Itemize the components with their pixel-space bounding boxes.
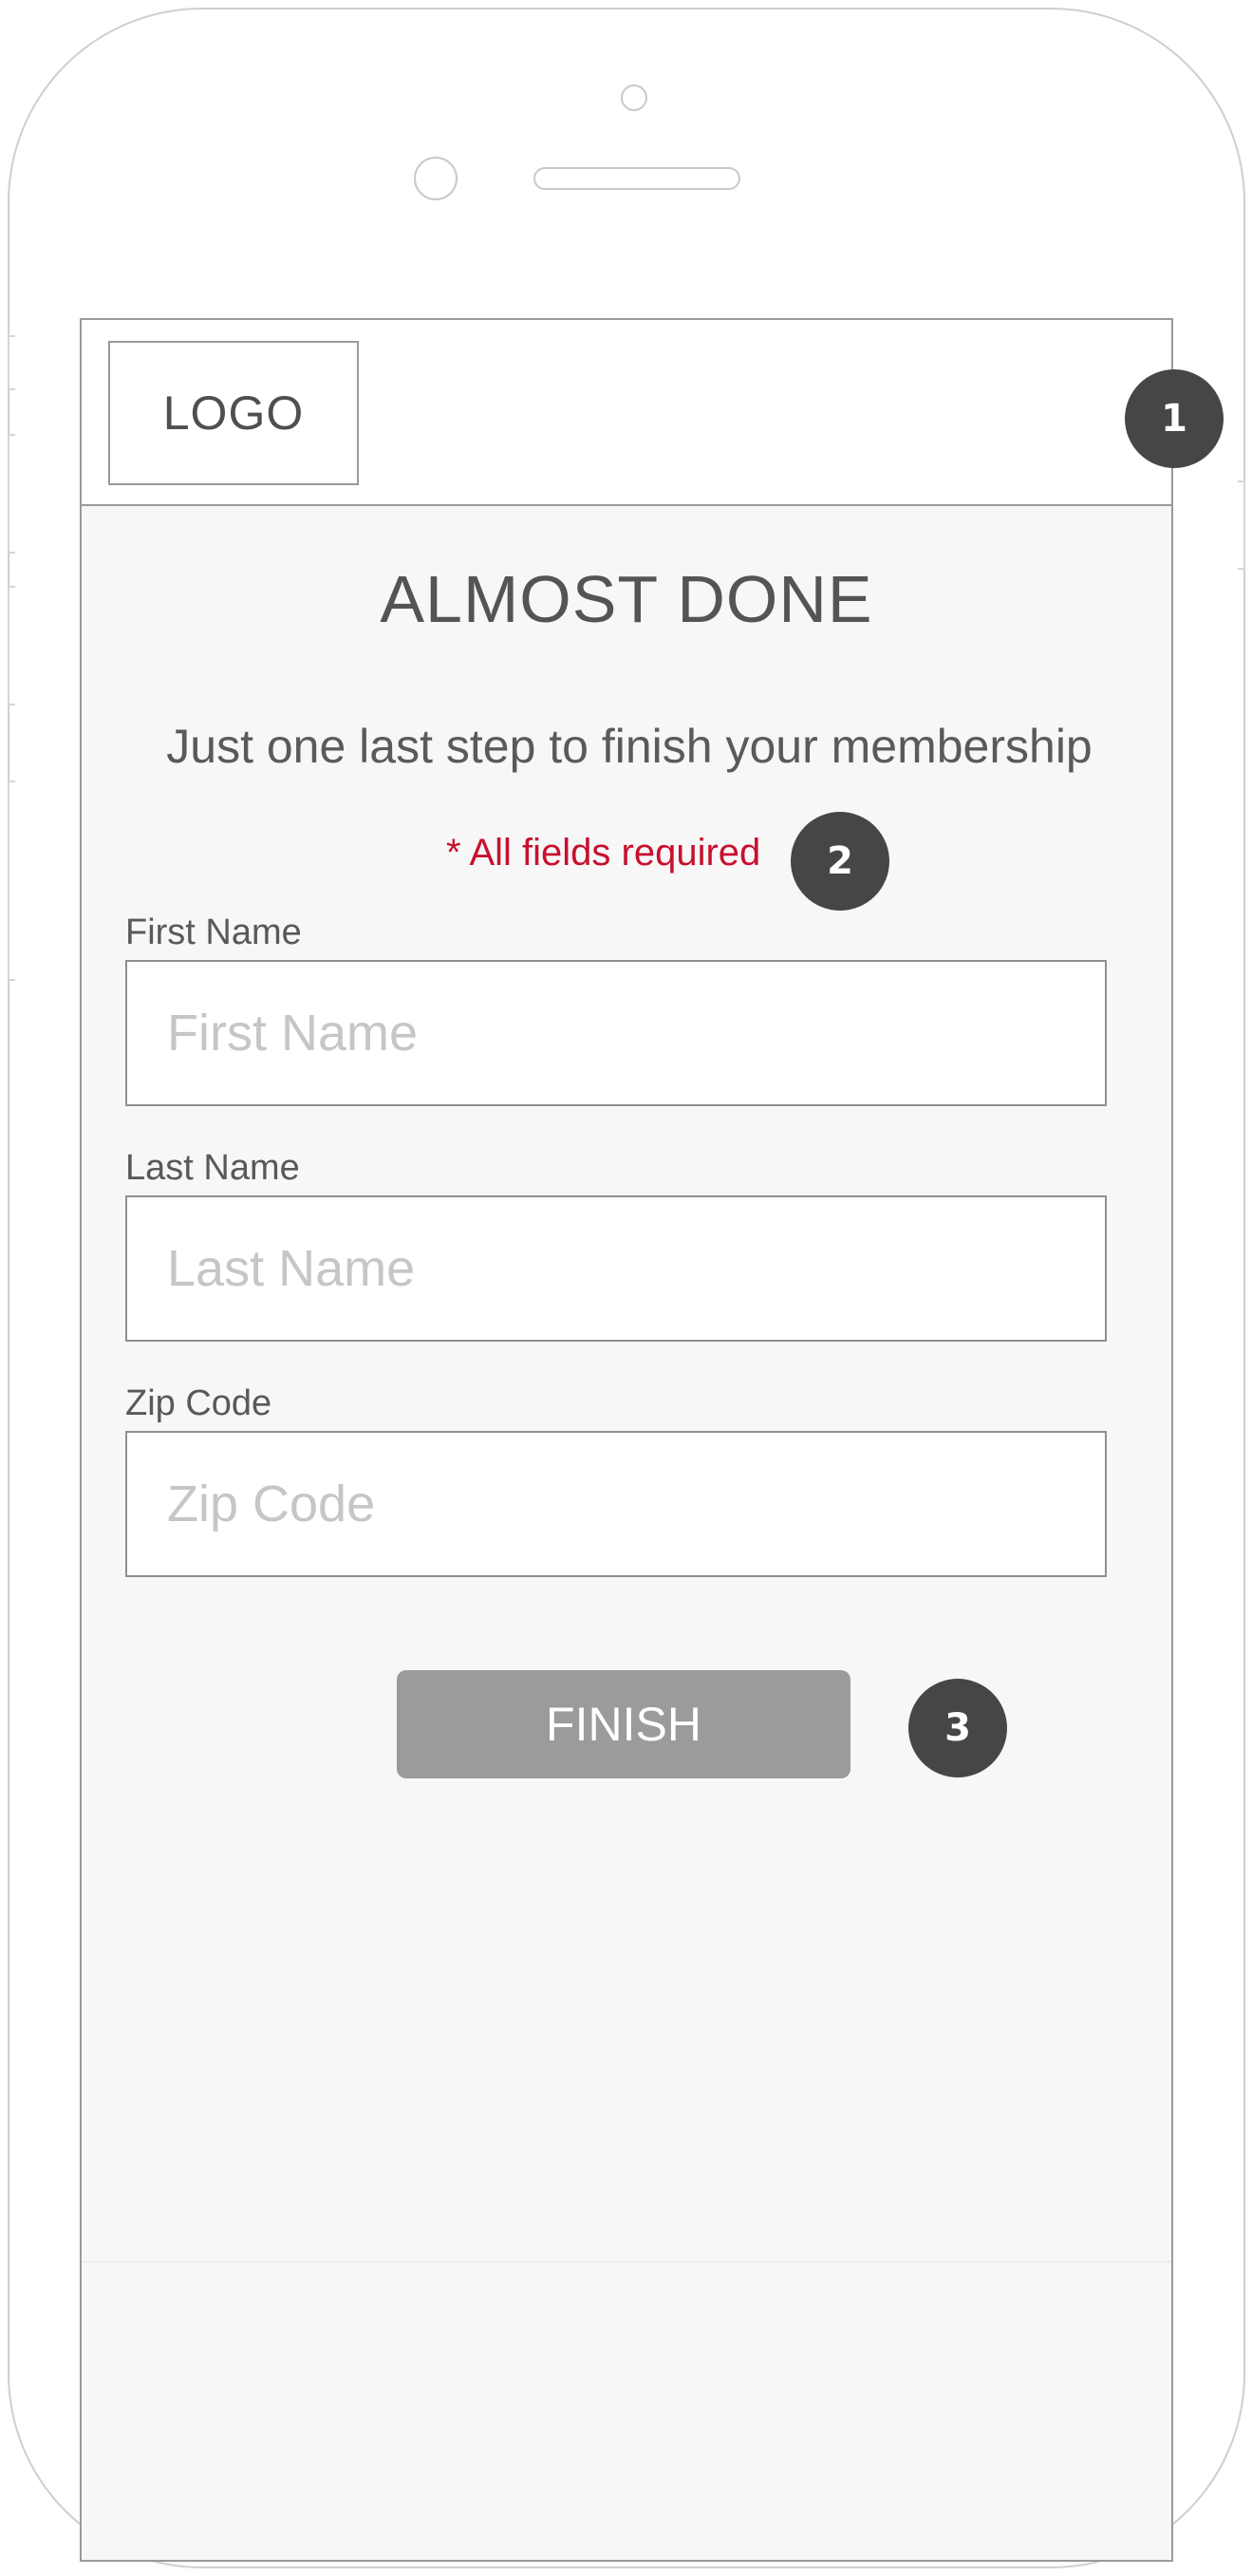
first-name-input[interactable] xyxy=(125,960,1107,1106)
finish-button[interactable]: FINISH xyxy=(397,1670,850,1778)
zip-code-label: Zip Code xyxy=(125,1383,272,1423)
first-name-label: First Name xyxy=(125,912,302,952)
logo[interactable]: LOGO xyxy=(108,341,359,485)
callout-marker-1: 1 xyxy=(1125,369,1224,468)
page-subtitle: Just one last step to finish your member… xyxy=(166,720,1093,773)
screen-divider xyxy=(82,2261,1171,2263)
required-fields-note: * All fields required xyxy=(446,832,761,874)
last-name-label: Last Name xyxy=(125,1148,300,1188)
camera-sensor-icon xyxy=(621,85,647,111)
zip-code-input[interactable] xyxy=(125,1431,1107,1577)
app-screen: LOGO ALMOST DONE Just one last step to f… xyxy=(80,318,1173,2562)
callout-marker-3: 3 xyxy=(908,1679,1007,1777)
volume-up-button xyxy=(8,434,15,554)
logo-text: LOGO xyxy=(162,386,305,440)
volume-down-button xyxy=(8,586,15,705)
power-button xyxy=(1238,480,1245,570)
front-camera-icon xyxy=(414,157,458,200)
silent-switch xyxy=(8,335,15,390)
last-name-input[interactable] xyxy=(125,1195,1107,1342)
callout-marker-2: 2 xyxy=(791,812,889,911)
speaker-grille xyxy=(533,167,740,190)
header-bar: LOGO xyxy=(82,320,1171,506)
page-title: ALMOST DONE xyxy=(380,562,873,636)
side-button-left-lower xyxy=(8,780,15,981)
